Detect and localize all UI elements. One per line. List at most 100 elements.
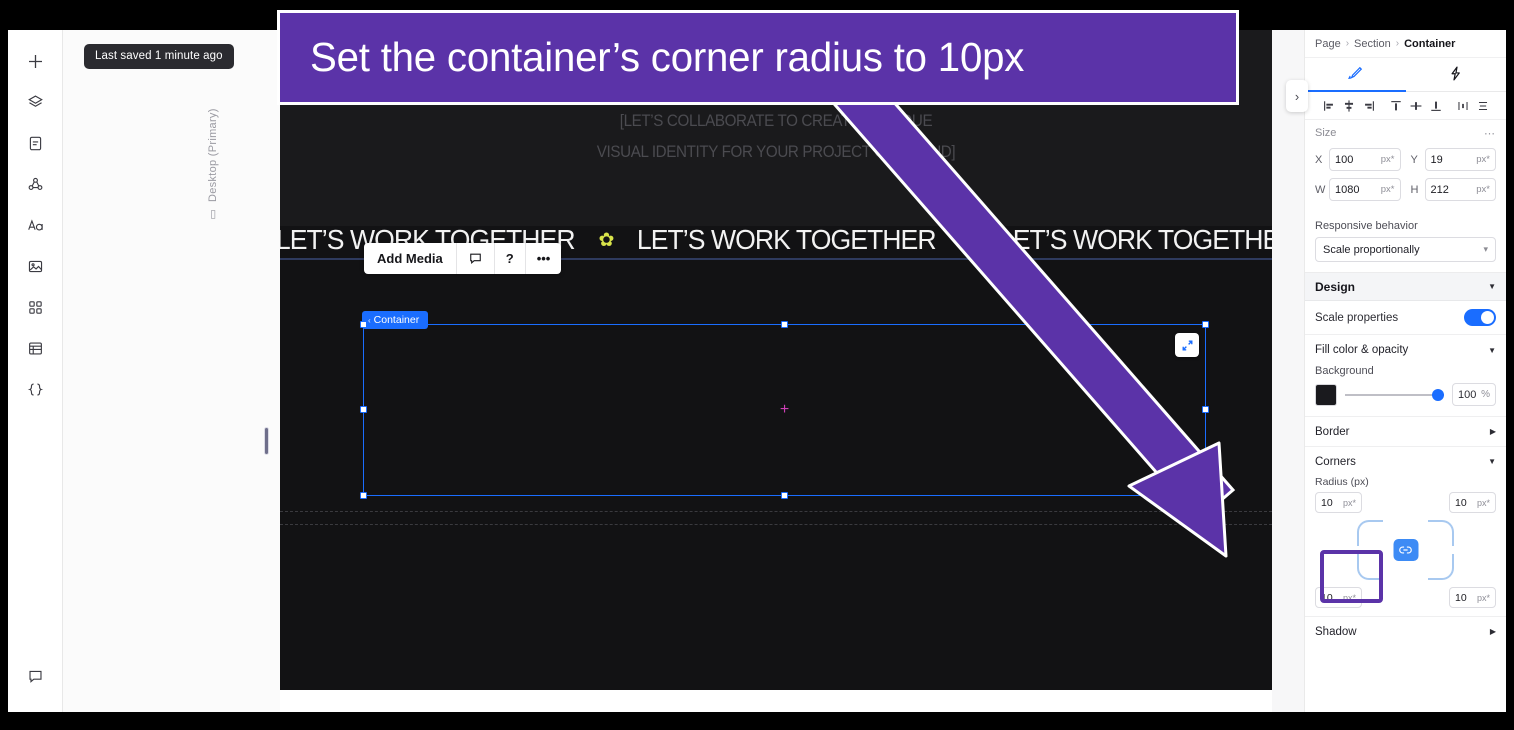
resize-handle-top-center[interactable]	[780, 321, 788, 328]
fill-section-header[interactable]: Fill color & opacity ▼	[1305, 335, 1506, 365]
inspector-panel: Page › Section › Container Size ⋯ X 100 …	[1304, 30, 1506, 712]
background-color-swatch[interactable]	[1315, 383, 1337, 406]
help-button[interactable]: ?	[493, 243, 525, 274]
distribute-horizontal-icon[interactable]	[1453, 95, 1472, 117]
chevron-down-icon: ▼	[1488, 345, 1496, 355]
align-middle-vertical-icon[interactable]	[1406, 95, 1425, 117]
corner-radius-grid: 10 px* 10 px* 10 px* 10 px*	[1315, 492, 1496, 608]
border-section-header[interactable]: Border ▶	[1305, 416, 1506, 446]
canvas-left-gutter	[63, 30, 280, 712]
corner-radius-block: Radius (px) 10 px* 10 px* 10 px* 10 px*	[1305, 476, 1506, 616]
corner-arc-bottom-right	[1428, 554, 1454, 580]
scale-properties-toggle[interactable]	[1464, 309, 1496, 326]
add-icon[interactable]	[18, 44, 52, 78]
slider-knob[interactable]	[1432, 388, 1444, 401]
marquee-text: LET’S WORK TOGETHER	[998, 224, 1272, 255]
fill-section-title: Fill color & opacity	[1315, 344, 1409, 356]
breadcrumb-container[interactable]: Container	[1404, 38, 1455, 50]
w-value: 1080	[1335, 183, 1360, 196]
expand-icon[interactable]	[1175, 333, 1199, 357]
radius-bottom-right-unit: px*	[1476, 592, 1490, 603]
add-media-button[interactable]: Add Media	[364, 243, 456, 274]
design-canvas[interactable]: [LET’S COLLABORATE TO CREATE A UNIQUE VI…	[280, 30, 1272, 690]
opacity-unit: %	[1481, 389, 1490, 400]
breadcrumb-separator: ›	[1345, 38, 1350, 49]
opacity-slider[interactable]	[1345, 388, 1444, 402]
corners-section-title: Corners	[1315, 455, 1356, 468]
canvas-resize-grip-left[interactable]	[264, 427, 269, 455]
chevron-down-icon: ▼	[1488, 457, 1496, 466]
panel-gutter	[1272, 30, 1304, 712]
align-left-icon[interactable]	[1319, 95, 1338, 117]
design-section-header[interactable]: Design ▼	[1305, 273, 1506, 301]
w-input[interactable]: 1080 px*	[1329, 178, 1401, 201]
radius-bottom-left-input[interactable]: 10 px*	[1315, 587, 1362, 608]
resize-handle-bottom-right[interactable]	[1202, 492, 1209, 499]
breadcrumb-page[interactable]: Page	[1315, 38, 1341, 50]
responsive-behavior-value: Scale proportionally	[1323, 243, 1420, 256]
text-icon[interactable]	[18, 208, 52, 242]
breadcrumb-section[interactable]: Section	[1354, 38, 1391, 50]
responsive-behavior-select[interactable]: Scale proportionally ▾	[1315, 237, 1496, 262]
radius-top-right-value: 10	[1455, 496, 1467, 509]
radius-top-right-input[interactable]: 10 px*	[1449, 492, 1496, 513]
y-unit: px*	[1476, 154, 1490, 165]
corner-arc-bottom-left	[1357, 554, 1383, 580]
comments-icon[interactable]	[19, 659, 53, 693]
instruction-banner: Set the container’s corner radius to 10p…	[277, 10, 1239, 105]
distribute-vertical-icon[interactable]	[1473, 95, 1492, 117]
resize-handle-bottom-center[interactable]	[780, 492, 788, 499]
size-fields: X 100 px* Y 19 px* W 1080 px* H 212 px*	[1305, 146, 1506, 216]
more-options-button[interactable]: •••	[524, 243, 562, 274]
breadcrumb-separator-2: ›	[1395, 38, 1400, 49]
layers-icon[interactable]	[18, 85, 52, 119]
align-center-horizontal-icon[interactable]	[1339, 95, 1358, 117]
app-root: Last saved 1 minute ago ▭ Desktop (Prima…	[0, 0, 1514, 730]
corners-section-header[interactable]: Corners ▼	[1305, 446, 1506, 476]
scale-properties-label: Scale properties	[1315, 311, 1399, 324]
breadcrumb: Page › Section › Container	[1305, 30, 1506, 58]
y-value: 19	[1430, 153, 1443, 166]
h-input[interactable]: 212 px*	[1424, 178, 1496, 201]
selected-container-box[interactable]: +	[360, 321, 1209, 499]
background-block: Background 100 %	[1305, 365, 1506, 416]
h-label: H	[1410, 183, 1419, 196]
align-bottom-icon[interactable]	[1426, 95, 1445, 117]
tab-design[interactable]	[1305, 58, 1406, 93]
chevron-right-icon: ▶	[1489, 627, 1496, 636]
apps-icon[interactable]	[18, 290, 52, 324]
opacity-input[interactable]: 100 %	[1452, 383, 1496, 406]
comment-icon[interactable]	[455, 243, 494, 274]
x-value: 100	[1335, 153, 1354, 166]
link-corners-icon[interactable]	[1393, 539, 1418, 561]
marquee-text: LET’S WORK TOGETHER	[637, 224, 937, 255]
align-right-icon[interactable]	[1359, 95, 1378, 117]
size-more-icon[interactable]: ⋯	[1484, 127, 1496, 140]
resize-handle-top-right[interactable]	[1202, 321, 1209, 328]
shadow-section-header[interactable]: Shadow ▶	[1305, 616, 1506, 646]
x-unit: px*	[1380, 154, 1395, 165]
background-controls: 100 %	[1315, 383, 1496, 406]
connect-icon[interactable]	[18, 167, 52, 201]
resize-handle-middle-right[interactable]	[1202, 406, 1209, 413]
resize-handle-top-left[interactable]	[360, 321, 367, 328]
tab-interactions[interactable]	[1406, 58, 1507, 91]
align-top-icon[interactable]	[1386, 95, 1405, 117]
media-icon[interactable]	[18, 249, 52, 283]
resize-handle-bottom-left[interactable]	[360, 492, 367, 499]
inspector-tabs	[1305, 58, 1507, 93]
w-label: W	[1315, 183, 1326, 196]
y-input[interactable]: 19 px*	[1424, 148, 1496, 171]
size-row-xy: X 100 px* Y 19 px*	[1315, 148, 1496, 171]
radius-bottom-right-input[interactable]: 10 px*	[1449, 587, 1496, 608]
x-input[interactable]: 100 px*	[1329, 148, 1401, 171]
radius-top-left-input[interactable]: 10 px*	[1315, 492, 1362, 513]
hero-line-2: VISUAL IDENTITY FOR YOUR PROJECT OR BRAN…	[596, 142, 956, 161]
dev-mode-icon[interactable]	[18, 372, 52, 406]
collapse-panel-button[interactable]: ›	[1286, 80, 1308, 112]
resize-handle-middle-left[interactable]	[360, 406, 367, 413]
size-title: Size	[1315, 127, 1337, 139]
pages-icon[interactable]	[18, 126, 52, 160]
content-manager-icon[interactable]	[18, 331, 52, 365]
brush-icon	[1347, 65, 1364, 85]
